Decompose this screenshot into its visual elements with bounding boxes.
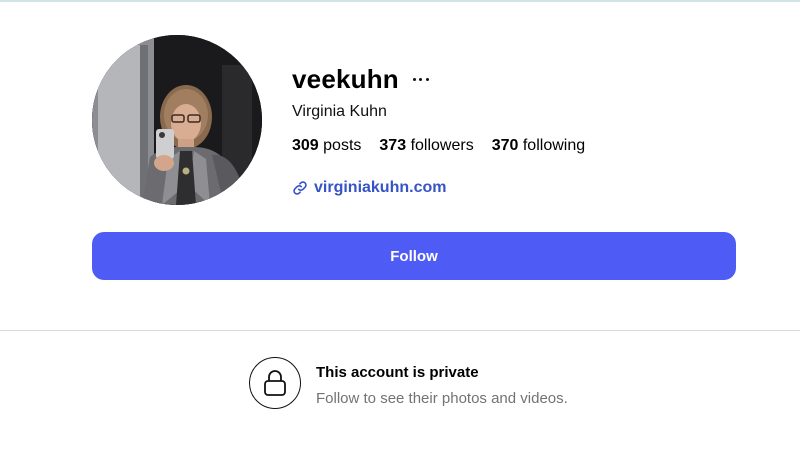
- lock-icon-circle: [249, 357, 301, 409]
- stat-following-count: 370: [491, 137, 519, 154]
- stat-followers-count: 373: [379, 137, 407, 154]
- stat-following[interactable]: 370 following: [492, 136, 585, 156]
- full-name: Virginia Kuhn: [292, 103, 387, 120]
- section-divider: [0, 330, 800, 331]
- more-options-icon[interactable]: [412, 71, 429, 87]
- username-row: veekuhn: [292, 62, 429, 96]
- profile-stats: 309 posts 373 followers 370 following: [292, 136, 585, 156]
- stat-posts-count: 309: [292, 137, 319, 154]
- website-link-text[interactable]: virginiakuhn.com: [314, 178, 446, 198]
- stat-followers[interactable]: 373 followers: [379, 136, 473, 156]
- link-icon: [293, 181, 307, 195]
- top-border: [0, 0, 800, 2]
- private-account-subtitle: Follow to see their photos and videos.: [316, 390, 568, 407]
- avatar-photo: [92, 35, 262, 205]
- stat-followers-label: followers: [410, 137, 474, 154]
- stat-posts: 309 posts: [292, 136, 361, 156]
- follow-button[interactable]: Follow: [92, 232, 736, 280]
- stat-posts-label: posts: [323, 137, 362, 154]
- avatar[interactable]: [92, 35, 262, 205]
- username: veekuhn: [292, 64, 399, 94]
- website-link[interactable]: virginiakuhn.com: [292, 178, 446, 198]
- lock-icon: [264, 370, 286, 396]
- private-account-title: This account is private: [316, 364, 479, 381]
- stat-following-label: following: [522, 137, 586, 154]
